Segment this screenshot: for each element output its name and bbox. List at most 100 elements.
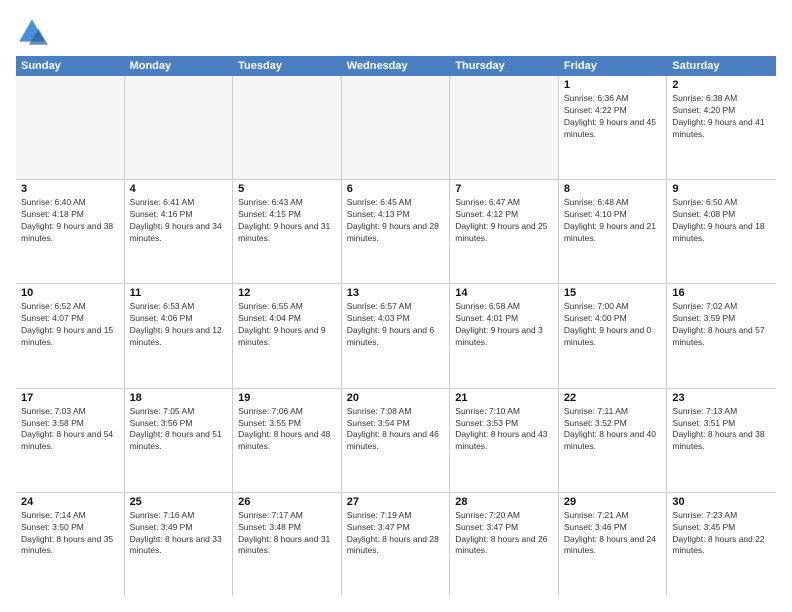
day-cell-6: 6 Sunrise: 6:45 AM Sunset: 4:13 PM Daylig… xyxy=(342,180,451,283)
header-day-thursday: Thursday xyxy=(450,56,559,76)
day-info: Sunrise: 6:38 AM Sunset: 4:20 PM Dayligh… xyxy=(672,93,771,141)
day-number: 17 xyxy=(21,392,119,404)
day-cell-24: 24 Sunrise: 7:14 AM Sunset: 3:50 PM Dayli… xyxy=(16,493,125,596)
header-day-friday: Friday xyxy=(559,56,668,76)
day-cell-19: 19Sunrise: 7:06 AM Sunset: 3:55 PM Dayli… xyxy=(233,389,342,492)
day-info: Sunrise: 7:08 AM Sunset: 3:54 PM Dayligh… xyxy=(347,406,445,454)
header-day-wednesday: Wednesday xyxy=(342,56,451,76)
calendar-row-0: 1 Sunrise: 6:36 AM Sunset: 4:22 PM Daylig… xyxy=(16,76,776,180)
day-cell-7: 7 Sunrise: 6:47 AM Sunset: 4:12 PM Daylig… xyxy=(450,180,559,283)
day-cell-23: 23 Sunrise: 7:13 AM Sunset: 3:51 PM Dayli… xyxy=(667,389,776,492)
day-info: Sunrise: 6:45 AM Sunset: 4:13 PM Dayligh… xyxy=(347,197,445,245)
empty-cell xyxy=(342,76,451,179)
day-number: 27 xyxy=(347,496,445,508)
day-info: Sunrise: 7:03 AM Sunset: 3:58 PM Dayligh… xyxy=(21,406,119,454)
day-info: Sunrise: 7:02 AM Sunset: 3:59 PM Dayligh… xyxy=(672,301,771,349)
day-info: Sunrise: 7:17 AM Sunset: 3:48 PM Dayligh… xyxy=(238,510,336,558)
day-cell-20: 20 Sunrise: 7:08 AM Sunset: 3:54 PM Dayli… xyxy=(342,389,451,492)
day-number: 11 xyxy=(130,287,228,299)
day-number: 29 xyxy=(564,496,662,508)
day-cell-8: 8Sunrise: 6:48 AM Sunset: 4:10 PM Daylig… xyxy=(559,180,668,283)
day-cell-12: 12Sunrise: 6:55 AM Sunset: 4:04 PM Dayli… xyxy=(233,284,342,387)
day-number: 12 xyxy=(238,287,336,299)
page: SundayMondayTuesdayWednesdayThursdayFrid… xyxy=(0,0,792,612)
header-day-tuesday: Tuesday xyxy=(233,56,342,76)
day-info: Sunrise: 7:05 AM Sunset: 3:56 PM Dayligh… xyxy=(130,406,228,454)
day-cell-13: 13 Sunrise: 6:57 AM Sunset: 4:03 PM Dayli… xyxy=(342,284,451,387)
day-number: 16 xyxy=(672,287,771,299)
day-cell-2: 2 Sunrise: 6:38 AM Sunset: 4:20 PM Daylig… xyxy=(667,76,776,179)
day-number: 25 xyxy=(130,496,228,508)
day-number: 2 xyxy=(672,79,771,91)
empty-cell xyxy=(16,76,125,179)
calendar-row-2: 10 Sunrise: 6:52 AM Sunset: 4:07 PM Dayli… xyxy=(16,284,776,388)
day-info: Sunrise: 6:47 AM Sunset: 4:12 PM Dayligh… xyxy=(455,197,553,245)
day-cell-28: 28 Sunrise: 7:20 AM Sunset: 3:47 PM Dayli… xyxy=(450,493,559,596)
calendar-row-4: 24 Sunrise: 7:14 AM Sunset: 3:50 PM Dayli… xyxy=(16,493,776,596)
day-cell-22: 22 Sunrise: 7:11 AM Sunset: 3:52 PM Dayli… xyxy=(559,389,668,492)
header-day-monday: Monday xyxy=(125,56,234,76)
logo xyxy=(16,16,52,48)
day-number: 26 xyxy=(238,496,336,508)
day-info: Sunrise: 6:41 AM Sunset: 4:16 PM Dayligh… xyxy=(130,197,228,245)
header xyxy=(16,16,776,48)
calendar-row-3: 17 Sunrise: 7:03 AM Sunset: 3:58 PM Dayli… xyxy=(16,389,776,493)
day-number: 23 xyxy=(672,392,771,404)
day-cell-5: 5 Sunrise: 6:43 AM Sunset: 4:15 PM Daylig… xyxy=(233,180,342,283)
day-number: 22 xyxy=(564,392,662,404)
day-info: Sunrise: 7:06 AM Sunset: 3:55 PM Dayligh… xyxy=(238,406,336,454)
day-number: 3 xyxy=(21,183,119,195)
day-number: 6 xyxy=(347,183,445,195)
day-info: Sunrise: 6:57 AM Sunset: 4:03 PM Dayligh… xyxy=(347,301,445,349)
calendar: SundayMondayTuesdayWednesdayThursdayFrid… xyxy=(16,56,776,596)
day-number: 30 xyxy=(672,496,771,508)
day-cell-14: 14 Sunrise: 6:58 AM Sunset: 4:01 PM Dayli… xyxy=(450,284,559,387)
day-cell-3: 3 Sunrise: 6:40 AM Sunset: 4:18 PM Daylig… xyxy=(16,180,125,283)
day-cell-25: 25Sunrise: 7:16 AM Sunset: 3:49 PM Dayli… xyxy=(125,493,234,596)
day-cell-29: 29Sunrise: 7:21 AM Sunset: 3:46 PM Dayli… xyxy=(559,493,668,596)
day-info: Sunrise: 7:10 AM Sunset: 3:53 PM Dayligh… xyxy=(455,406,553,454)
day-number: 8 xyxy=(564,183,662,195)
day-info: Sunrise: 7:20 AM Sunset: 3:47 PM Dayligh… xyxy=(455,510,553,558)
day-number: 5 xyxy=(238,183,336,195)
day-cell-26: 26 Sunrise: 7:17 AM Sunset: 3:48 PM Dayli… xyxy=(233,493,342,596)
day-number: 18 xyxy=(130,392,228,404)
calendar-row-1: 3 Sunrise: 6:40 AM Sunset: 4:18 PM Daylig… xyxy=(16,180,776,284)
day-info: Sunrise: 6:36 AM Sunset: 4:22 PM Dayligh… xyxy=(564,93,662,141)
day-cell-10: 10 Sunrise: 6:52 AM Sunset: 4:07 PM Dayli… xyxy=(16,284,125,387)
day-number: 28 xyxy=(455,496,553,508)
day-number: 15 xyxy=(564,287,662,299)
day-number: 20 xyxy=(347,392,445,404)
day-info: Sunrise: 7:11 AM Sunset: 3:52 PM Dayligh… xyxy=(564,406,662,454)
day-info: Sunrise: 6:50 AM Sunset: 4:08 PM Dayligh… xyxy=(672,197,771,245)
day-number: 4 xyxy=(130,183,228,195)
day-cell-27: 27 Sunrise: 7:19 AM Sunset: 3:47 PM Dayli… xyxy=(342,493,451,596)
day-info: Sunrise: 7:19 AM Sunset: 3:47 PM Dayligh… xyxy=(347,510,445,558)
day-cell-11: 11Sunrise: 6:53 AM Sunset: 4:06 PM Dayli… xyxy=(125,284,234,387)
day-cell-15: 15 Sunrise: 7:00 AM Sunset: 4:00 PM Dayli… xyxy=(559,284,668,387)
day-info: Sunrise: 6:40 AM Sunset: 4:18 PM Dayligh… xyxy=(21,197,119,245)
day-info: Sunrise: 6:58 AM Sunset: 4:01 PM Dayligh… xyxy=(455,301,553,349)
day-cell-4: 4 Sunrise: 6:41 AM Sunset: 4:16 PM Daylig… xyxy=(125,180,234,283)
day-number: 14 xyxy=(455,287,553,299)
day-number: 24 xyxy=(21,496,119,508)
day-cell-18: 18 Sunrise: 7:05 AM Sunset: 3:56 PM Dayli… xyxy=(125,389,234,492)
empty-cell xyxy=(450,76,559,179)
day-info: Sunrise: 7:00 AM Sunset: 4:00 PM Dayligh… xyxy=(564,301,662,349)
empty-cell xyxy=(233,76,342,179)
day-number: 9 xyxy=(672,183,771,195)
day-info: Sunrise: 6:52 AM Sunset: 4:07 PM Dayligh… xyxy=(21,301,119,349)
day-cell-30: 30Sunrise: 7:23 AM Sunset: 3:45 PM Dayli… xyxy=(667,493,776,596)
header-day-saturday: Saturday xyxy=(667,56,776,76)
day-info: Sunrise: 7:14 AM Sunset: 3:50 PM Dayligh… xyxy=(21,510,119,558)
header-day-sunday: Sunday xyxy=(16,56,125,76)
day-info: Sunrise: 7:13 AM Sunset: 3:51 PM Dayligh… xyxy=(672,406,771,454)
day-number: 10 xyxy=(21,287,119,299)
day-info: Sunrise: 6:43 AM Sunset: 4:15 PM Dayligh… xyxy=(238,197,336,245)
day-number: 13 xyxy=(347,287,445,299)
day-number: 21 xyxy=(455,392,553,404)
day-number: 7 xyxy=(455,183,553,195)
calendar-body: 1 Sunrise: 6:36 AM Sunset: 4:22 PM Daylig… xyxy=(16,76,776,596)
day-cell-17: 17 Sunrise: 7:03 AM Sunset: 3:58 PM Dayli… xyxy=(16,389,125,492)
day-number: 1 xyxy=(564,79,662,91)
